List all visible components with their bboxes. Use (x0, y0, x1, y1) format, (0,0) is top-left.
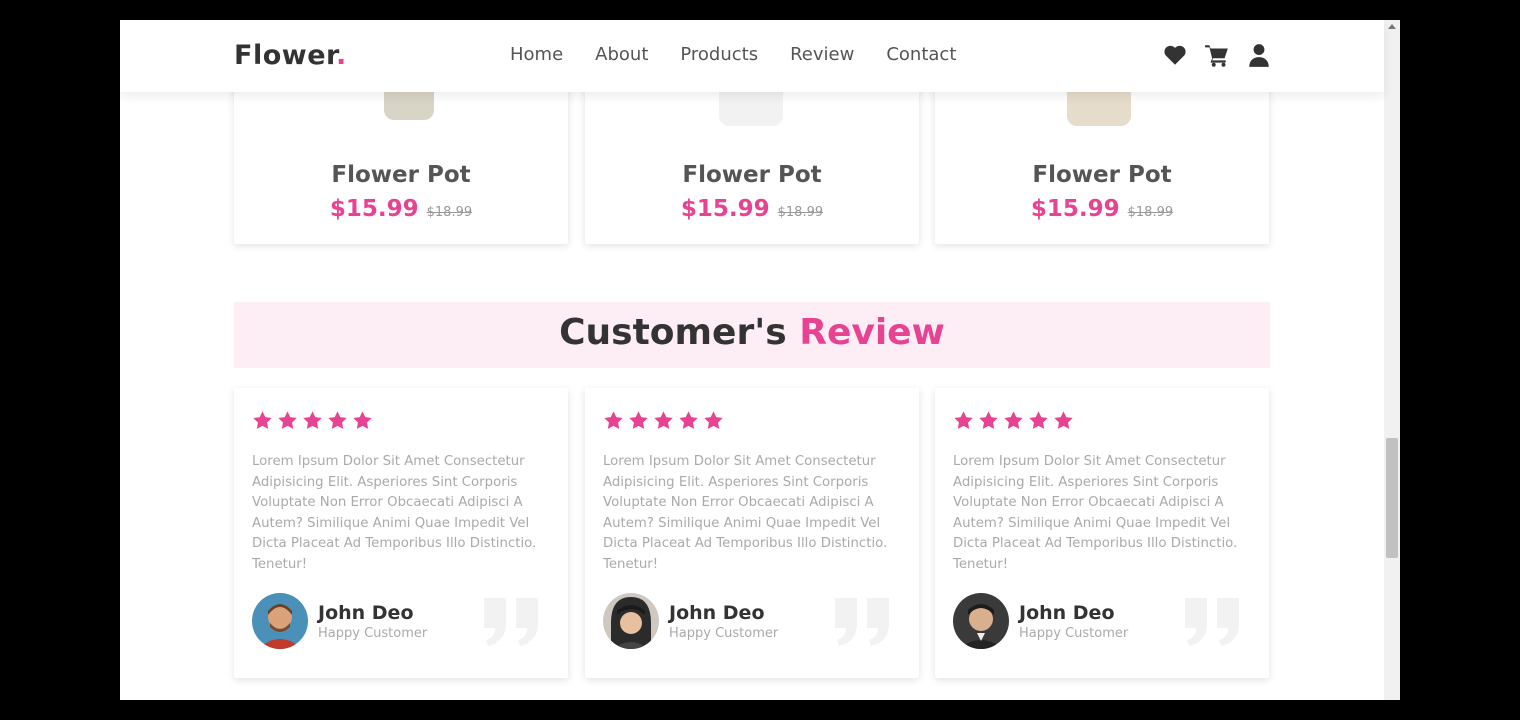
nav-icons (1162, 42, 1272, 68)
nav-contact[interactable]: Contact (886, 44, 956, 65)
section-heading: Customer's Review (234, 312, 1270, 353)
product-old-price: $18.99 (777, 205, 824, 220)
logo-text: Flower (234, 40, 336, 71)
review-card: Lorem Ipsum Dolor Sit Amet Consectetur A… (234, 388, 568, 678)
avatar (252, 593, 308, 649)
star-icon (954, 411, 973, 429)
browser-viewport: Flower Pot $15.99 $18.99 Flower Pot $15.9… (120, 20, 1400, 700)
price-row: $15.99 $18.99 (234, 196, 568, 222)
star-icon (704, 411, 723, 429)
star-icon (353, 411, 372, 429)
nav-about[interactable]: About (595, 44, 648, 65)
star-icon (328, 411, 347, 429)
star-icon (1004, 411, 1023, 429)
product-name: Flower Pot (331, 162, 471, 188)
cart-icon[interactable] (1204, 42, 1230, 68)
user-icon[interactable] (1246, 42, 1272, 68)
product-price: $15.99 (680, 196, 770, 222)
review-text: Lorem Ipsum Dolor Sit Amet Consectetur A… (953, 454, 1238, 572)
price-row: $15.99 $18.99 (935, 196, 1269, 222)
scrollbar[interactable] (1384, 20, 1400, 700)
navbar: Flower. Home About Products Review Conta… (120, 20, 1384, 92)
user-name: John Deo (1019, 602, 1115, 624)
heart-icon[interactable] (1162, 42, 1188, 68)
scrollbar-thumb[interactable] (1386, 438, 1398, 558)
star-icon (1054, 411, 1073, 429)
review-card: Lorem Ipsum Dolor Sit Amet Consectetur A… (585, 388, 919, 678)
price-row: $15.99 $18.99 (585, 196, 919, 222)
avatar (953, 593, 1009, 649)
product-price: $15.99 (329, 196, 419, 222)
nav-products[interactable]: Products (680, 44, 758, 65)
star-rating (252, 410, 373, 431)
quote-icon (835, 598, 889, 646)
star-rating (603, 410, 724, 431)
product-card[interactable]: Flower Pot $15.99 $18.99 (935, 80, 1269, 244)
star-icon (604, 411, 623, 429)
heading-main: Customer's (559, 312, 787, 353)
star-icon (278, 411, 297, 429)
product-price: $15.99 (1030, 196, 1120, 222)
avatar (603, 593, 659, 649)
star-icon (654, 411, 673, 429)
star-icon (303, 411, 322, 429)
product-name: Flower Pot (1032, 162, 1172, 188)
star-icon (979, 411, 998, 429)
product-old-price: $18.99 (1127, 205, 1174, 220)
review-heading-banner: Customer's Review (234, 302, 1270, 368)
quote-icon (484, 598, 538, 646)
user-role: Happy Customer (669, 626, 779, 641)
user-name: John Deo (318, 602, 414, 624)
scroll-up-arrow-icon[interactable] (1388, 24, 1396, 29)
user-role: Happy Customer (318, 626, 428, 641)
logo-dot: . (335, 40, 347, 71)
review-card: Lorem Ipsum Dolor Sit Amet Consectetur A… (935, 388, 1269, 678)
product-card[interactable]: Flower Pot $15.99 $18.99 (585, 80, 919, 244)
star-icon (1029, 411, 1048, 429)
logo[interactable]: Flower. (234, 40, 347, 71)
product-old-price: $18.99 (426, 205, 473, 220)
nav-home[interactable]: Home (510, 44, 563, 65)
star-icon (253, 411, 272, 429)
star-icon (679, 411, 698, 429)
review-text: Lorem Ipsum Dolor Sit Amet Consectetur A… (603, 454, 888, 572)
nav-review[interactable]: Review (790, 44, 854, 65)
user-name: John Deo (669, 602, 765, 624)
star-icon (629, 411, 648, 429)
heading-accent: Review (799, 312, 945, 353)
star-rating (953, 410, 1074, 431)
product-name: Flower Pot (682, 162, 822, 188)
nav-links: Home About Products Review Contact (510, 44, 956, 65)
review-text: Lorem Ipsum Dolor Sit Amet Consectetur A… (252, 454, 537, 572)
user-role: Happy Customer (1019, 626, 1129, 641)
product-card[interactable]: Flower Pot $15.99 $18.99 (234, 80, 568, 244)
quote-icon (1185, 598, 1239, 646)
